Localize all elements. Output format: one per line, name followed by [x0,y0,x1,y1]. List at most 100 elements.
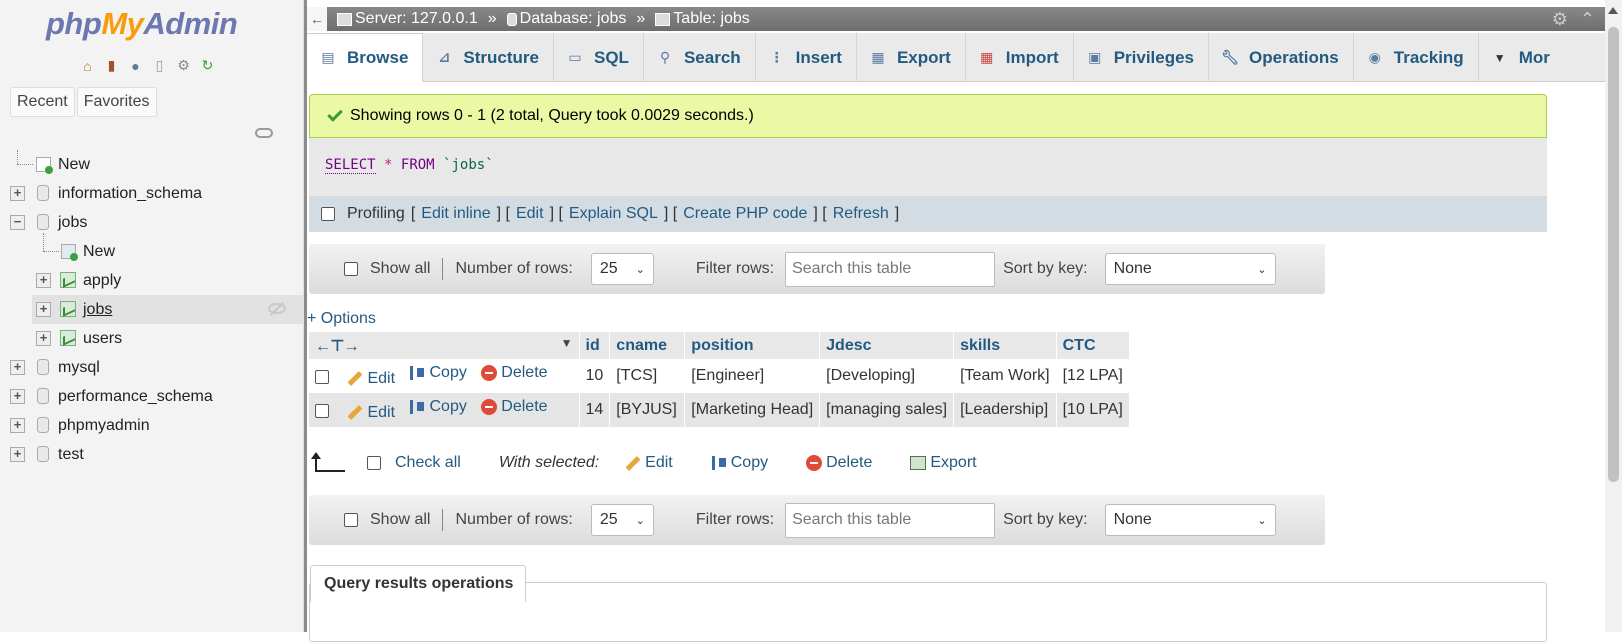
expand-icon[interactable]: + [36,302,51,317]
cell-cname[interactable]: [TCS] [609,359,686,393]
cell-id[interactable]: 14 [579,393,611,427]
cell-position[interactable]: [Engineer] [684,359,821,393]
filter-rows-input[interactable]: Search this table [785,251,996,287]
expand-icon[interactable]: + [10,418,25,433]
help-icon[interactable]: ● [126,56,145,75]
tree-item-test[interactable]: + test [0,440,304,469]
tab-import[interactable]: ▦ Import [966,33,1074,82]
explain-sql-link[interactable]: Explain SQL [569,205,658,223]
logout-icon[interactable]: ▮ [102,56,121,75]
tab-insert[interactable]: ⋮ Insert [756,33,857,82]
tree-item-mysql[interactable]: + mysql [0,353,304,382]
breadcrumb-database[interactable]: Database: jobs [506,10,626,28]
page-scrollbar[interactable] [1605,0,1622,632]
sort-by-key-select[interactable]: None ⌄ [1104,253,1276,285]
reload-icon[interactable]: ↻ [198,56,217,75]
tree-item-new[interactable]: New [0,150,304,179]
check-all-checkbox[interactable] [367,456,381,470]
expand-icon[interactable]: + [10,447,25,462]
tab-structure[interactable]: ⊿ Structure [423,33,554,82]
cell-ctc[interactable]: [12 LPA] [1056,359,1130,393]
number-of-rows-select[interactable]: 25 ⌄ [590,253,654,285]
tab-sql[interactable]: ▭ SQL [554,33,644,82]
cell-position[interactable]: [Marketing Head] [684,393,821,427]
tab-browse[interactable]: ▤ Browse [307,33,424,82]
tab-privileges[interactable]: ▣ Privileges [1074,33,1210,82]
collapse-icon[interactable]: − [10,215,25,230]
row-checkbox[interactable] [315,370,329,385]
documentation-icon[interactable]: ▯ [150,56,169,75]
expand-icon[interactable]: + [36,331,51,346]
column-header-ctc[interactable]: CTC [1056,332,1130,359]
hide-eye-icon[interactable] [268,303,286,314]
tree-item-jobs-table[interactable]: + jobs [32,295,304,324]
create-php-code-link[interactable]: Create PHP code [683,205,807,223]
bulk-export-button[interactable]: Export [910,454,977,472]
bulk-delete-button[interactable]: Delete [806,454,872,472]
settings-gear-icon[interactable]: ⚙ [174,56,193,75]
breadcrumb-table[interactable]: Table: jobs [655,10,750,28]
scrollbar-thumb[interactable] [1608,27,1619,482]
tab-export[interactable]: ▦ Export [857,33,966,82]
refresh-link[interactable]: Refresh [833,205,889,223]
tab-tracking[interactable]: ◉ Tracking [1354,33,1479,82]
tree-item-information-schema[interactable]: + information_schema [0,179,304,208]
cell-jdesc[interactable]: [managing sales] [819,393,955,427]
breadcrumb-server[interactable]: Server: 127.0.0.1 [337,10,478,28]
expand-icon[interactable]: + [36,273,51,288]
filter-rows-input[interactable]: Search this table [785,502,996,538]
column-header-position[interactable]: position [684,332,821,359]
profiling-checkbox[interactable] [321,207,335,221]
home-icon[interactable]: ⌂ [78,56,97,75]
bulk-copy-button[interactable]: Copy [711,454,768,472]
tree-item-users[interactable]: + users [0,324,304,353]
row-edit-button[interactable]: Edit [347,370,395,388]
column-header-cname[interactable]: cname [609,332,686,359]
edit-inline-link[interactable]: Edit inline [421,205,490,223]
tree-item-jobs-new[interactable]: New [0,233,304,266]
options-link[interactable]: + Options [307,310,376,328]
expand-icon[interactable]: + [10,360,25,375]
settings-gear-icon[interactable]: ⚙ [1552,9,1568,30]
sql-query-display[interactable]: SELECT * FROM `jobs` [309,138,1547,196]
column-header-jdesc[interactable]: Jdesc [819,332,955,359]
tab-more[interactable]: ▼ Mor [1479,33,1550,82]
cell-skills[interactable]: [Leadership] [953,393,1057,427]
column-header-id[interactable]: id [579,332,611,359]
tree-item-phpmyadmin[interactable]: + phpmyadmin [0,411,304,440]
sort-dropdown-icon[interactable]: ▼ [561,336,573,350]
scroll-up-arrow-icon[interactable] [1608,7,1618,14]
link-with-main-panel-icon[interactable] [255,128,273,138]
sort-by-key-select[interactable]: None ⌄ [1104,504,1276,536]
tab-operations[interactable]: 🔧︎ Operations [1209,33,1354,82]
row-checkbox[interactable] [315,404,329,419]
show-all-checkbox[interactable] [344,513,358,527]
column-header-skills[interactable]: skills [953,332,1057,359]
cell-ctc[interactable]: [10 LPA] [1056,393,1130,427]
cell-skills[interactable]: [Team Work] [953,359,1057,393]
row-copy-button[interactable]: Copy [409,398,467,416]
tree-item-apply[interactable]: + apply [0,266,304,295]
edit-link[interactable]: Edit [516,205,544,223]
phpmyadmin-logo[interactable]: phpMyAdmin [46,6,238,42]
expand-icon[interactable]: + [10,186,25,201]
collapse-nav-arrow-icon[interactable]: ← [307,7,327,31]
column-resize-arrows-icon[interactable]: ←⊤→ [315,338,360,355]
row-copy-button[interactable]: Copy [409,364,467,382]
favorites-tab[interactable]: Favorites [76,87,157,117]
bulk-edit-button[interactable]: Edit [625,454,673,472]
cell-cname[interactable]: [BYJUS] [609,393,686,427]
cell-id[interactable]: 10 [579,359,611,393]
check-all-link[interactable]: Check all [395,454,461,472]
row-delete-button[interactable]: Delete [481,398,548,416]
row-delete-button[interactable]: Delete [481,364,548,382]
show-all-checkbox[interactable] [344,262,358,276]
recent-tab[interactable]: Recent [10,87,75,117]
tree-item-jobs[interactable]: − jobs [0,208,304,237]
number-of-rows-select[interactable]: 25 ⌄ [590,504,654,536]
cell-jdesc[interactable]: [Developing] [819,359,955,393]
row-edit-button[interactable]: Edit [347,404,395,422]
tree-item-performance-schema[interactable]: + performance_schema [0,382,304,411]
expand-icon[interactable]: + [10,389,25,404]
tab-search[interactable]: ⚲ Search [644,33,756,82]
